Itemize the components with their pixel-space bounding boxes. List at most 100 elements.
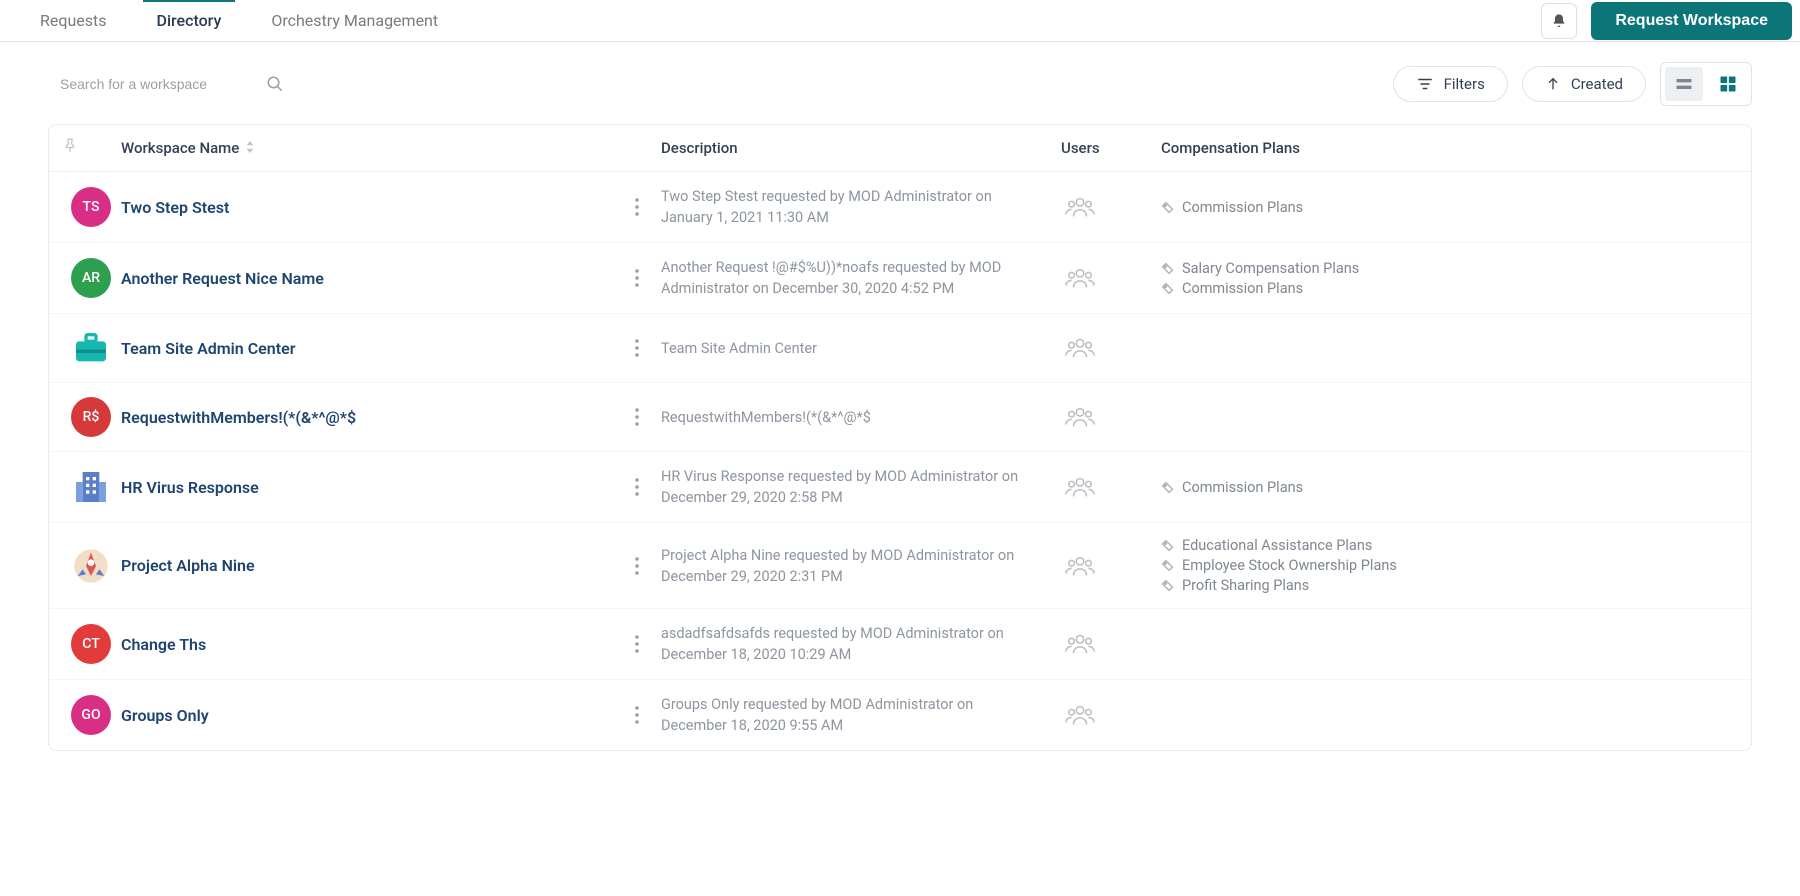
avatar-cell xyxy=(61,328,121,368)
pin-column xyxy=(61,137,121,159)
plans-cell: Commission Plans xyxy=(1161,199,1739,216)
row-menu-button[interactable] xyxy=(627,552,647,580)
request-workspace-button[interactable]: Request Workspace xyxy=(1591,2,1792,40)
users-cell[interactable] xyxy=(1061,551,1161,581)
filters-button[interactable]: Filters xyxy=(1393,66,1508,102)
name-cell: Another Request Nice Name xyxy=(121,264,661,292)
workspace-avatar xyxy=(71,467,111,507)
plan-tag-label: Salary Compensation Plans xyxy=(1182,260,1359,277)
col-compensation-plans[interactable]: Compensation Plans xyxy=(1161,139,1739,157)
tag-icon xyxy=(1161,481,1174,494)
users-icon xyxy=(1065,551,1095,581)
workspace-name-link[interactable]: Another Request Nice Name xyxy=(121,269,324,288)
workspace-avatar: TS xyxy=(71,187,111,227)
rocket-icon xyxy=(71,546,111,586)
workspace-name-link[interactable]: Two Step Stest xyxy=(121,198,229,217)
col-description[interactable]: Description xyxy=(661,139,1061,157)
table-row: Project Alpha NineProject Alpha Nine req… xyxy=(49,522,1751,608)
description-cell: Groups Only requested by MOD Administrat… xyxy=(661,694,1061,736)
workspace-avatar: AR xyxy=(71,258,111,298)
row-menu-button[interactable] xyxy=(627,630,647,658)
col-users[interactable]: Users xyxy=(1061,139,1161,157)
filters-label: Filters xyxy=(1444,75,1485,93)
table-row: Team Site Admin CenterTeam Site Admin Ce… xyxy=(49,313,1751,382)
table-row: TS Two Step Stest Two Step Stest requested… xyxy=(49,172,1751,242)
tag-icon xyxy=(1161,262,1174,275)
workspace-avatar: R$ xyxy=(71,397,111,437)
more-vertical-icon xyxy=(635,408,639,426)
table-header: Workspace Name Description Users Compens… xyxy=(49,125,1751,172)
plan-tag-label: Commission Plans xyxy=(1182,479,1303,496)
plans-cell: Educational Assistance Plans Employee Sto… xyxy=(1161,537,1739,594)
avatar-cell: R$ xyxy=(61,397,121,437)
grid-view-button[interactable] xyxy=(1709,67,1747,101)
row-menu-button[interactable] xyxy=(627,334,647,362)
row-menu-button[interactable] xyxy=(627,473,647,501)
search-input[interactable] xyxy=(48,68,288,100)
sort-button[interactable]: Created xyxy=(1522,66,1646,102)
tag-icon xyxy=(1161,579,1174,592)
description-cell: Two Step Stest requested by MOD Administ… xyxy=(661,186,1061,228)
toolbar: Filters Created xyxy=(0,42,1800,124)
plan-tag: Employee Stock Ownership Plans xyxy=(1161,557,1739,574)
row-menu-button[interactable] xyxy=(627,701,647,729)
tab-orchestry-management[interactable]: Orchestry Management xyxy=(271,1,438,40)
users-cell[interactable] xyxy=(1061,472,1161,502)
users-cell[interactable] xyxy=(1061,402,1161,432)
more-vertical-icon xyxy=(635,339,639,357)
tag-icon xyxy=(1161,282,1174,295)
workspace-name-link[interactable]: RequestwithMembers!(*(&*^@*$ xyxy=(121,408,356,427)
users-cell[interactable] xyxy=(1061,192,1161,222)
users-cell[interactable] xyxy=(1061,333,1161,363)
list-view-button[interactable] xyxy=(1665,67,1703,101)
view-switch xyxy=(1660,62,1752,106)
workspace-name-link[interactable]: Team Site Admin Center xyxy=(121,339,295,358)
tab-directory[interactable]: Directory xyxy=(157,1,222,40)
more-vertical-icon xyxy=(635,198,639,216)
row-menu-button[interactable] xyxy=(627,193,647,221)
col-workspace-name[interactable]: Workspace Name xyxy=(121,139,661,157)
row-menu-button[interactable] xyxy=(627,264,647,292)
name-cell: Two Step Stest xyxy=(121,193,661,221)
plan-tag-label: Educational Assistance Plans xyxy=(1182,537,1372,554)
plan-tag: Profit Sharing Plans xyxy=(1161,577,1739,594)
tag-icon xyxy=(1161,559,1174,572)
users-icon xyxy=(1065,700,1095,730)
workspace-name-link[interactable]: Change Ths xyxy=(121,635,206,654)
workspace-avatar xyxy=(71,328,111,368)
workspace-name-link[interactable]: HR Virus Response xyxy=(121,478,259,497)
row-menu-button[interactable] xyxy=(627,403,647,431)
plan-tag-label: Commission Plans xyxy=(1182,280,1303,297)
table-row: CTChange Thsasdadfsafdsafds requested by… xyxy=(49,608,1751,679)
grid-icon xyxy=(1718,74,1738,94)
users-cell[interactable] xyxy=(1061,629,1161,659)
plans-cell: Salary Compensation Plans Commission Plan… xyxy=(1161,260,1739,297)
description-cell: Another Request !@#$%U))*noafs requested… xyxy=(661,257,1061,299)
workspace-name-link[interactable]: Groups Only xyxy=(121,706,209,725)
plans-cell: Commission Plans xyxy=(1161,479,1739,496)
users-cell[interactable] xyxy=(1061,263,1161,293)
col-name-label: Workspace Name xyxy=(121,139,239,157)
avatar-cell xyxy=(61,546,121,586)
plan-tag: Commission Plans xyxy=(1161,199,1739,216)
description-cell: asdadfsafdsafds requested by MOD Adminis… xyxy=(661,623,1061,665)
users-cell[interactable] xyxy=(1061,700,1161,730)
list-icon xyxy=(1674,74,1694,94)
more-vertical-icon xyxy=(635,478,639,496)
table-row: HR Virus Response HR Virus Response reque… xyxy=(49,451,1751,522)
description-cell: HR Virus Response requested by MOD Admin… xyxy=(661,466,1061,508)
filter-icon xyxy=(1416,75,1434,93)
top-bar: Requests Directory Orchestry Management … xyxy=(0,0,1800,42)
bell-icon xyxy=(1551,13,1567,29)
plan-tag-label: Employee Stock Ownership Plans xyxy=(1182,557,1397,574)
name-cell: Groups Only xyxy=(121,701,661,729)
name-cell: RequestwithMembers!(*(&*^@*$ xyxy=(121,403,661,431)
more-vertical-icon xyxy=(635,635,639,653)
description-cell: RequestwithMembers!(*(&*^@*$ xyxy=(661,407,1061,428)
workspace-avatar: GO xyxy=(71,695,111,735)
workspace-name-link[interactable]: Project Alpha Nine xyxy=(121,556,255,575)
notifications-button[interactable] xyxy=(1541,3,1577,39)
avatar-cell: GO xyxy=(61,695,121,735)
name-cell: Team Site Admin Center xyxy=(121,334,661,362)
tab-requests[interactable]: Requests xyxy=(40,1,107,40)
